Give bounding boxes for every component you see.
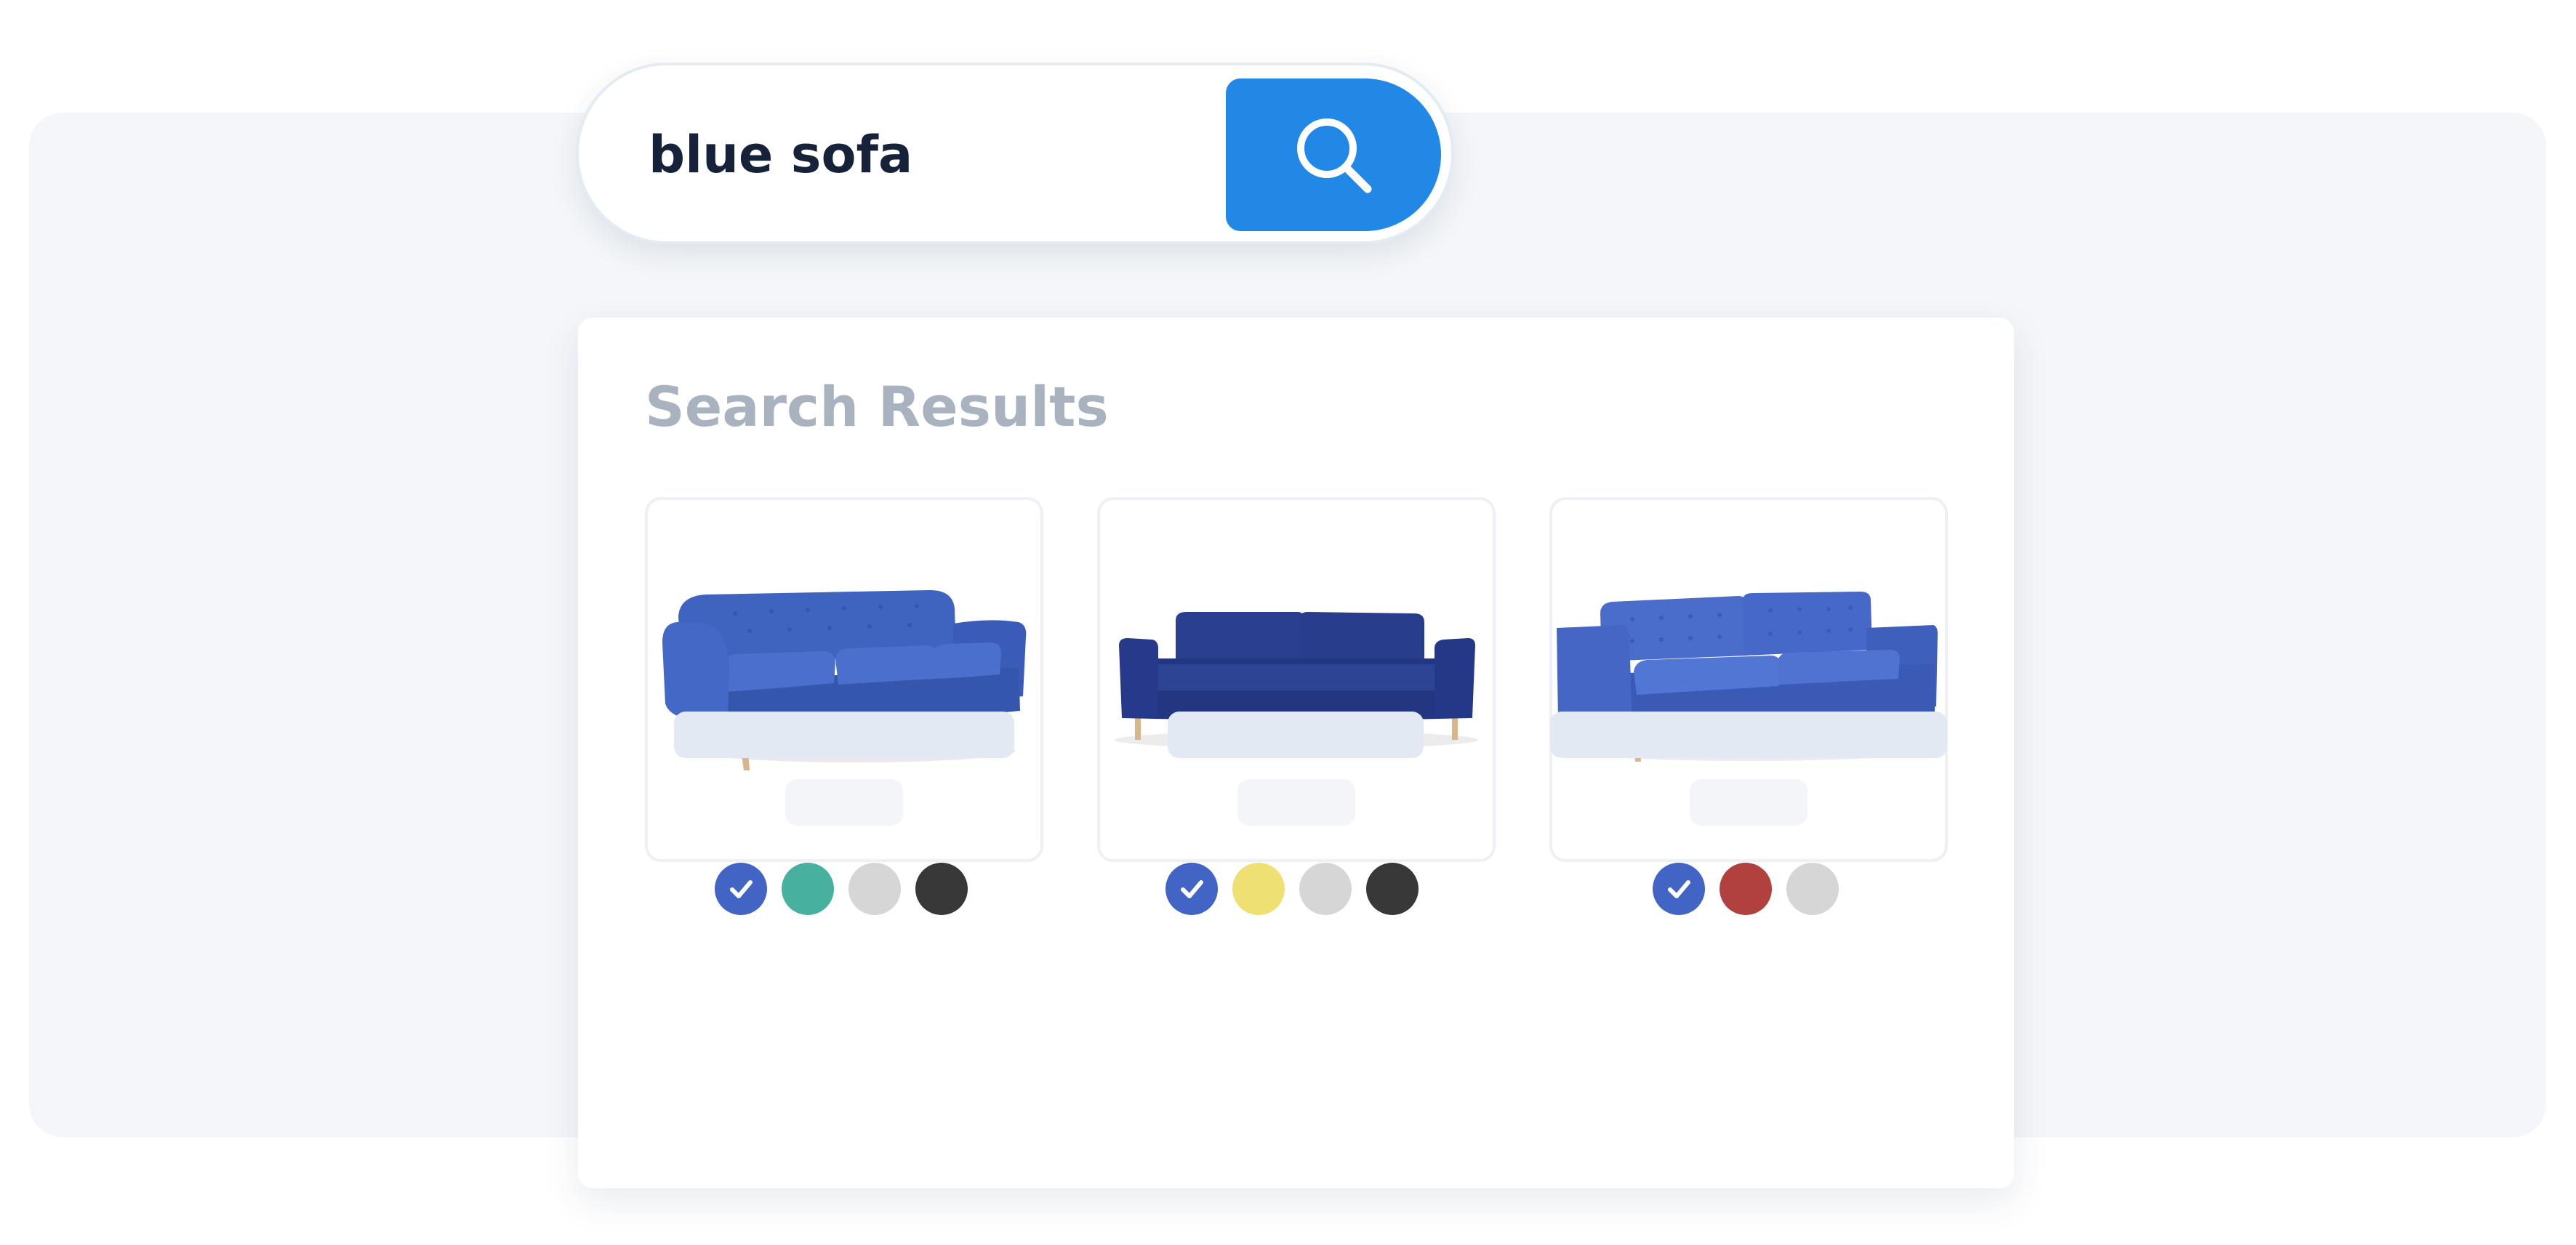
stage: blue sofa Search Results [0, 0, 2576, 1245]
search-results-card: Search Results [578, 318, 2014, 1188]
results-title: Search Results [645, 374, 1109, 439]
checkmark-icon [730, 880, 753, 898]
color-swatches [1165, 863, 1419, 915]
product-title-placeholder [674, 712, 1014, 758]
swatch-red[interactable] [1720, 863, 1772, 915]
search-button[interactable] [1226, 78, 1441, 231]
product-title-placeholder [1550, 712, 1947, 758]
search-icon [1297, 118, 1372, 193]
search-bar: blue sofa [576, 63, 1454, 244]
swatch-teal[interactable] [782, 863, 834, 915]
swatch-light-gray[interactable] [1786, 863, 1839, 915]
swatch-charcoal[interactable] [1366, 863, 1419, 915]
product-price-placeholder [785, 779, 903, 826]
product-price-placeholder [1237, 779, 1355, 826]
checkmark-icon [1668, 880, 1690, 898]
swatch-charcoal[interactable] [915, 863, 968, 915]
search-input[interactable]: blue sofa [649, 100, 1201, 209]
swatch-yellow[interactable] [1232, 863, 1285, 915]
color-swatches [715, 863, 968, 915]
swatch-blue-selected[interactable] [715, 863, 767, 915]
product-price-placeholder [1690, 779, 1807, 826]
color-swatches [1653, 863, 1839, 915]
swatch-blue-selected[interactable] [1165, 863, 1218, 915]
swatch-light-gray[interactable] [1299, 863, 1352, 915]
swatch-light-gray[interactable] [848, 863, 901, 915]
checkmark-icon [1181, 880, 1203, 898]
product-title-placeholder [1168, 712, 1424, 758]
swatch-blue-selected[interactable] [1653, 863, 1705, 915]
